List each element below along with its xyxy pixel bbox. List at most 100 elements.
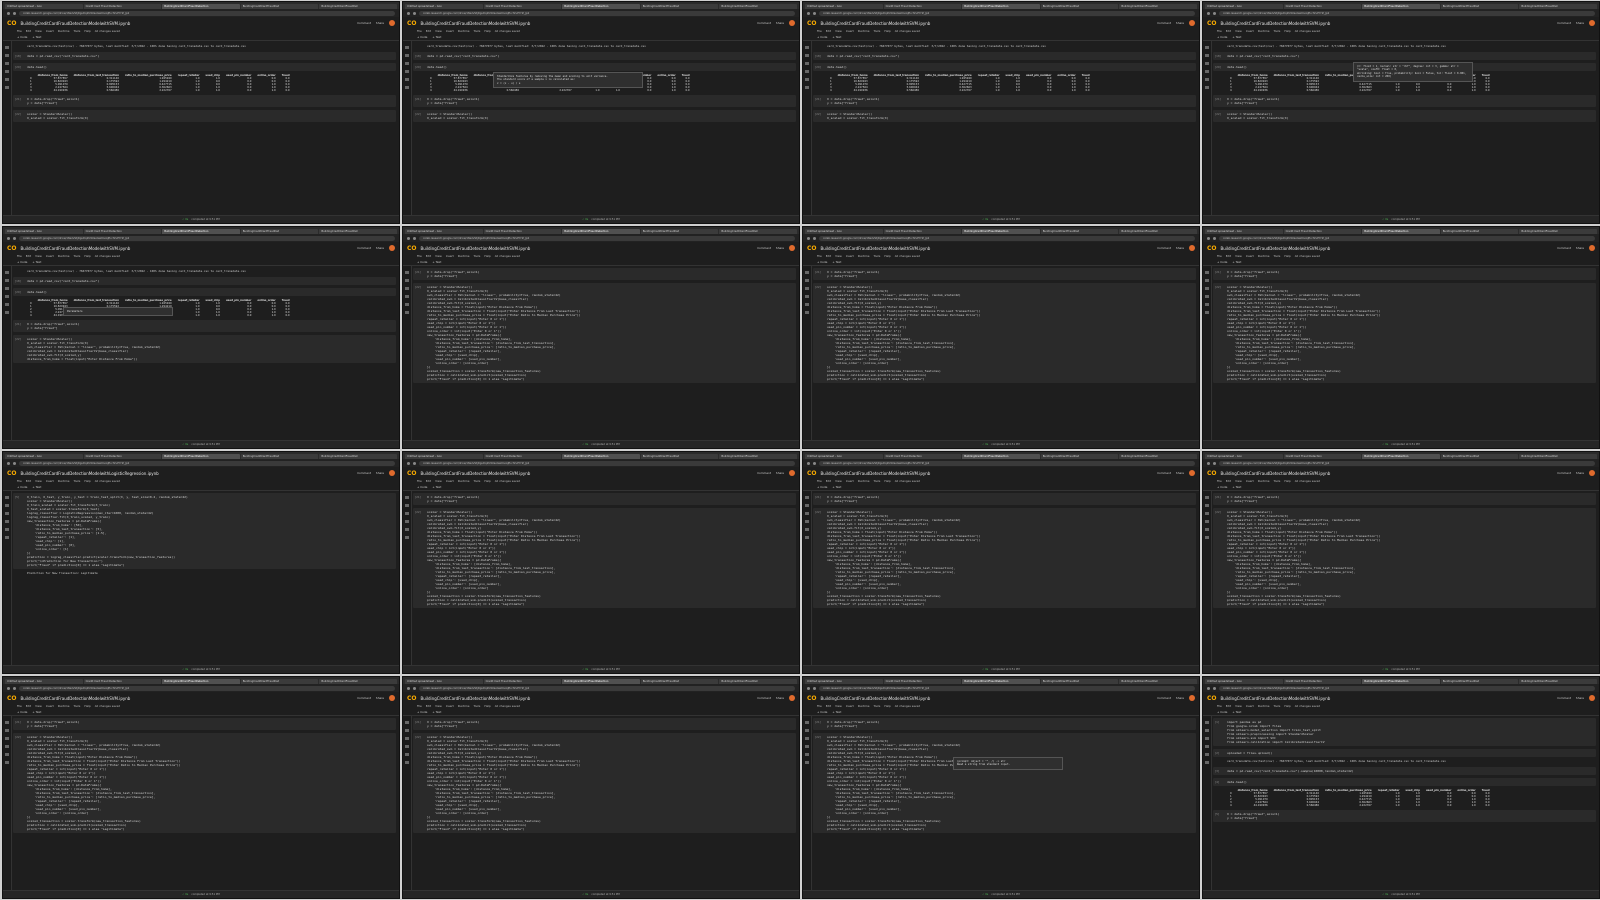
notebook-title[interactable]: BuildingCreditCardFraudDetectionModelwit… [821,471,931,476]
back-icon[interactable] [407,236,410,240]
cell-code[interactable]: scaler = StandardScaler() X_scaled = sca… [27,112,393,120]
sidebar-icon[interactable] [805,271,809,274]
sidebar-icon[interactable] [805,311,809,314]
header-button[interactable]: Comment [1557,471,1571,475]
code-cell[interactable]: [22] scaler = StandardScaler() X_scaled =… [413,109,796,122]
browser-tab[interactable]: BuildingCreditCardFraudDetection [962,4,1040,9]
cell-code[interactable]: data.head() [27,65,393,69]
sidebar-icon[interactable] [5,761,9,764]
cell-code[interactable]: scaler = StandardScaler() X_scaled = sca… [427,735,793,831]
header-button[interactable]: Comment [357,21,371,25]
code-cell[interactable]: [22] scaler = StandardScaler() X_scaled =… [813,283,1196,383]
menu-item[interactable]: Tools [1273,29,1280,35]
menu-item[interactable]: Help [484,29,490,35]
browser-tab[interactable]: BuildingCreditCardFraudDetection [962,229,1040,234]
sidebar-icon[interactable] [405,54,409,57]
header-button[interactable]: Comment [357,696,371,700]
browser-tab[interactable]: BuildingCreditCardFraudDet [319,4,397,9]
menu-item[interactable]: Tools [873,29,880,35]
notebook-title[interactable]: BuildingCreditCardFraudDetectionModelwit… [21,471,159,476]
sidebar-icon[interactable] [5,78,9,81]
header-button[interactable]: Share [1176,471,1184,475]
menu-item[interactable]: Insert [1246,479,1254,485]
add-cell-button[interactable]: + Text [432,710,441,715]
add-cell-button[interactable]: + Text [432,260,441,265]
sidebar-icon[interactable] [805,512,809,515]
header-button[interactable]: Comment [1557,696,1571,700]
menu-item[interactable]: Help [884,479,890,485]
browser-tab[interactable]: Credit Card Fraud Detection [483,229,562,234]
browser-tab[interactable]: BuildingCreditCardFraudDet [240,454,319,459]
notebook-title[interactable]: BuildingCreditCardFraudDetectionModelwit… [821,696,931,701]
menu-item[interactable]: Runtime [858,29,870,35]
sidebar-icon[interactable] [1205,86,1209,89]
header-button[interactable]: Comment [757,471,771,475]
menu-item[interactable]: Insert [846,254,854,260]
menu-item[interactable]: Help [84,254,90,260]
sidebar-icon[interactable] [405,504,409,507]
browser-tab[interactable]: BuildingCreditCardFraudDet [1119,4,1197,9]
add-cell-button[interactable]: + Code [817,260,827,265]
sidebar-icon[interactable] [5,528,9,531]
notebook-title[interactable]: BuildingCreditCardFraudDetectionModelwit… [1221,471,1331,476]
sidebar-icon[interactable] [5,46,9,49]
back-icon[interactable] [407,11,410,15]
menu-item[interactable]: Insert [1246,29,1254,35]
avatar[interactable] [389,695,395,701]
code-cell[interactable]: [21] X = data.drop("fraud",axis=1) y = da… [1213,94,1596,107]
sidebar-icon[interactable] [5,737,9,740]
menu-item[interactable]: Tools [873,254,880,260]
add-cell-button[interactable]: + Code [1217,35,1227,40]
code-cell[interactable]: [22] scaler = StandardScaler() X_scaled =… [413,283,796,383]
notebook-title[interactable]: BuildingCreditCardFraudDetectionModelwit… [21,696,131,701]
reload-icon[interactable] [413,11,416,15]
add-cell-button[interactable]: + Text [1232,260,1241,265]
sidebar-icon[interactable] [5,512,9,515]
sidebar-icon[interactable] [405,311,409,314]
sidebar-icon[interactable] [405,70,409,73]
menu-item[interactable]: Tools [1273,254,1280,260]
sidebar-icon[interactable] [405,303,409,306]
code-cell[interactable]: [22] scaler = StandardScaler() X_scaled =… [413,508,796,608]
menu-item[interactable]: Help [1284,29,1290,35]
url-field[interactable]: colab.research.google.com/drive/18e2vStj… [1219,460,1595,466]
add-cell-button[interactable]: + Text [832,710,841,715]
add-cell-button[interactable]: + Text [832,35,841,40]
back-icon[interactable] [807,236,810,240]
menu-item[interactable]: Tools [473,254,480,260]
reload-icon[interactable] [413,686,416,690]
browser-tab[interactable]: BuildingCreditCardFraudDet [240,4,319,9]
browser-tab[interactable]: BuildingCreditCardFraudDet [719,4,797,9]
notebook-title[interactable]: BuildingCreditCardFraudDetectionModelwit… [421,246,531,251]
sidebar-icon[interactable] [805,737,809,740]
code-cell[interactable]: [20] data.head() [13,287,396,296]
menu-item[interactable]: Runtime [58,479,70,485]
browser-tab[interactable]: Credit Card Fraud Detection [83,679,162,684]
sidebar-icon[interactable] [405,271,409,274]
sidebar-icon[interactable] [1205,46,1209,49]
code-cell[interactable]: [18] data = pd.read_csv("card_transdata.c… [1213,51,1596,60]
browser-tab[interactable]: BuildingCreditCardFraudDetection [1362,454,1440,459]
browser-tab[interactable]: BuildingCreditCardFraudDet [640,4,719,9]
sidebar-icon[interactable] [405,729,409,732]
back-icon[interactable] [1207,236,1210,240]
browser-tab[interactable]: Credit Card Fraud Detection [883,229,962,234]
header-button[interactable]: Share [776,246,784,250]
menu-item[interactable]: Tools [73,254,80,260]
notebook-title[interactable]: BuildingCreditCardFraudDetectionModelwit… [1221,246,1331,251]
browser-tab[interactable]: BuildingCreditCardFraudDet [1519,454,1597,459]
add-cell-button[interactable]: + Text [1232,710,1241,715]
browser-tab[interactable]: BuildingCreditCardFraudDet [640,229,719,234]
sidebar-icon[interactable] [805,303,809,306]
reload-icon[interactable] [1213,461,1216,465]
notebook-title[interactable]: BuildingCreditCardFraudDetectionModelwit… [821,21,931,26]
add-cell-button[interactable]: + Text [832,485,841,490]
code-cell[interactable]: [22] scaler = StandardScaler() X_scaled =… [1213,283,1596,383]
code-cell[interactable]: [1] import pandas as pd from google.colab… [1213,718,1596,746]
cell-code[interactable]: scaler = StandardScaler() X_scaled = sca… [427,510,793,606]
menu-item[interactable]: Help [884,254,890,260]
menu-item[interactable]: Runtime [1258,254,1270,260]
menu-item[interactable]: Help [484,704,490,710]
avatar[interactable] [1589,695,1595,701]
browser-tab[interactable]: Untitled spreadsheet - Goo [805,454,883,459]
